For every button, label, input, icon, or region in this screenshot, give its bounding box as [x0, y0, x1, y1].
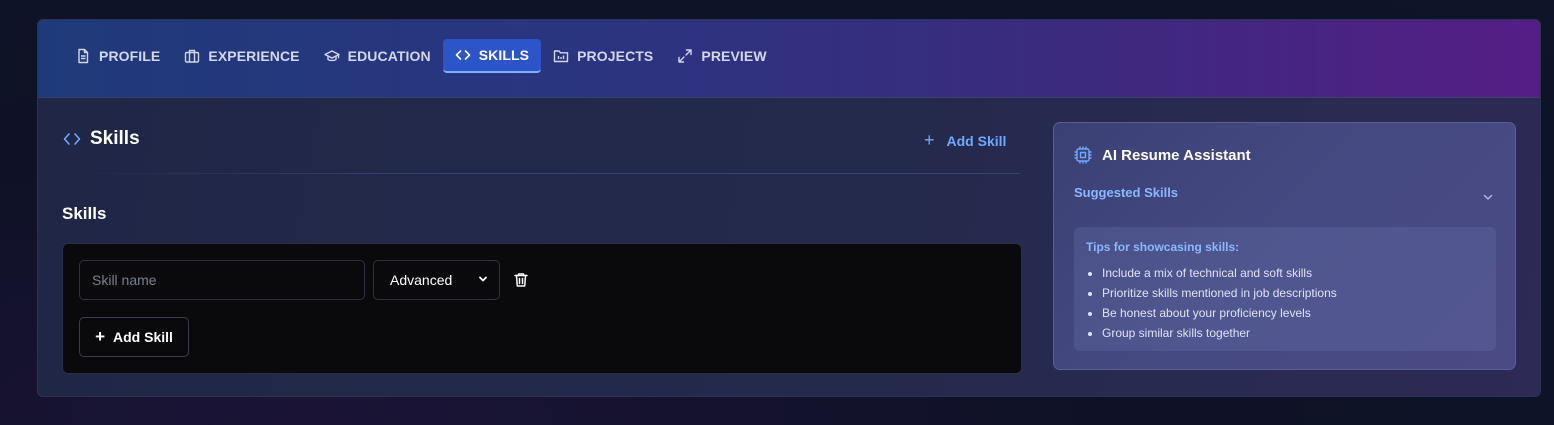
section-divider	[62, 173, 1020, 174]
tab-label: PROFILE	[99, 48, 161, 64]
tip-item: Group similar skills together	[1102, 323, 1484, 343]
tips-title: Tips for showcasing skills:	[1086, 240, 1240, 254]
ai-assistant-title-text: AI Resume Assistant	[1102, 146, 1251, 164]
section-title-text: Skills	[90, 128, 140, 149]
tip-item: Prioritize skills mentioned in job descr…	[1102, 283, 1484, 303]
skill-name-input[interactable]	[79, 260, 365, 300]
add-skill-button[interactable]: + Add Skill	[79, 317, 189, 357]
tab-skills[interactable]: SKILLS	[442, 39, 542, 73]
tips-box: Tips for showcasing skills: Include a mi…	[1074, 227, 1496, 351]
tab-bar: PROFILE EXPERIENCE EDUCATION SKILLS PROJ…	[63, 39, 779, 73]
tab-experience[interactable]: EXPERIENCE	[172, 39, 311, 73]
add-skill-button-label: Add Skill	[113, 329, 173, 345]
ai-assistant-title: AI Resume Assistant	[1073, 145, 1251, 165]
code-icon	[455, 47, 471, 63]
tab-label: PREVIEW	[701, 48, 767, 64]
skills-subtitle: Skills	[62, 204, 107, 223]
document-icon	[75, 48, 91, 64]
tab-profile[interactable]: PROFILE	[63, 39, 172, 73]
chevron-down-icon	[477, 272, 489, 288]
tab-education[interactable]: EDUCATION	[312, 39, 443, 73]
code-icon	[62, 129, 82, 149]
cpu-chip-icon	[1073, 145, 1093, 165]
ai-assistant-panel: AI Resume Assistant Suggested Skills Tip…	[1053, 122, 1516, 370]
tip-item: Be honest about your proficiency levels	[1102, 303, 1484, 323]
expand-icon	[677, 48, 693, 64]
chevron-down-icon[interactable]	[1482, 190, 1494, 202]
tab-projects[interactable]: PROJECTS	[541, 39, 665, 73]
resume-builder-card: PROFILE EXPERIENCE EDUCATION SKILLS PROJ…	[37, 19, 1541, 397]
tab-preview[interactable]: PREVIEW	[665, 39, 778, 73]
skill-level-select[interactable]: Advanced	[373, 260, 500, 300]
plus-icon: +	[924, 130, 935, 150]
plus-icon: +	[95, 327, 106, 346]
trash-icon[interactable]	[512, 271, 530, 289]
tab-label: PROJECTS	[577, 48, 654, 64]
tab-header: PROFILE EXPERIENCE EDUCATION SKILLS PROJ…	[38, 20, 1540, 98]
add-skill-header-label: Add Skill	[946, 132, 1007, 149]
tab-label: EXPERIENCE	[208, 48, 300, 64]
folder-icon	[553, 48, 569, 64]
suggested-skills-toggle[interactable]: Suggested Skills	[1074, 185, 1178, 200]
content-body: Skills + Add Skill Skills Advanced + Add…	[38, 98, 1540, 396]
tab-label: SKILLS	[478, 47, 530, 63]
tip-item: Include a mix of technical and soft skil…	[1102, 263, 1484, 283]
skills-list-box: Advanced + Add Skill	[62, 243, 1022, 374]
briefcase-icon	[184, 48, 200, 64]
section-title: Skills	[62, 128, 140, 150]
tips-list: Include a mix of technical and soft skil…	[1086, 263, 1484, 343]
add-skill-header-button[interactable]: + Add Skill	[924, 130, 1006, 151]
graduation-cap-icon	[323, 48, 340, 64]
skill-level-value: Advanced	[390, 272, 453, 288]
tab-label: EDUCATION	[347, 48, 431, 64]
